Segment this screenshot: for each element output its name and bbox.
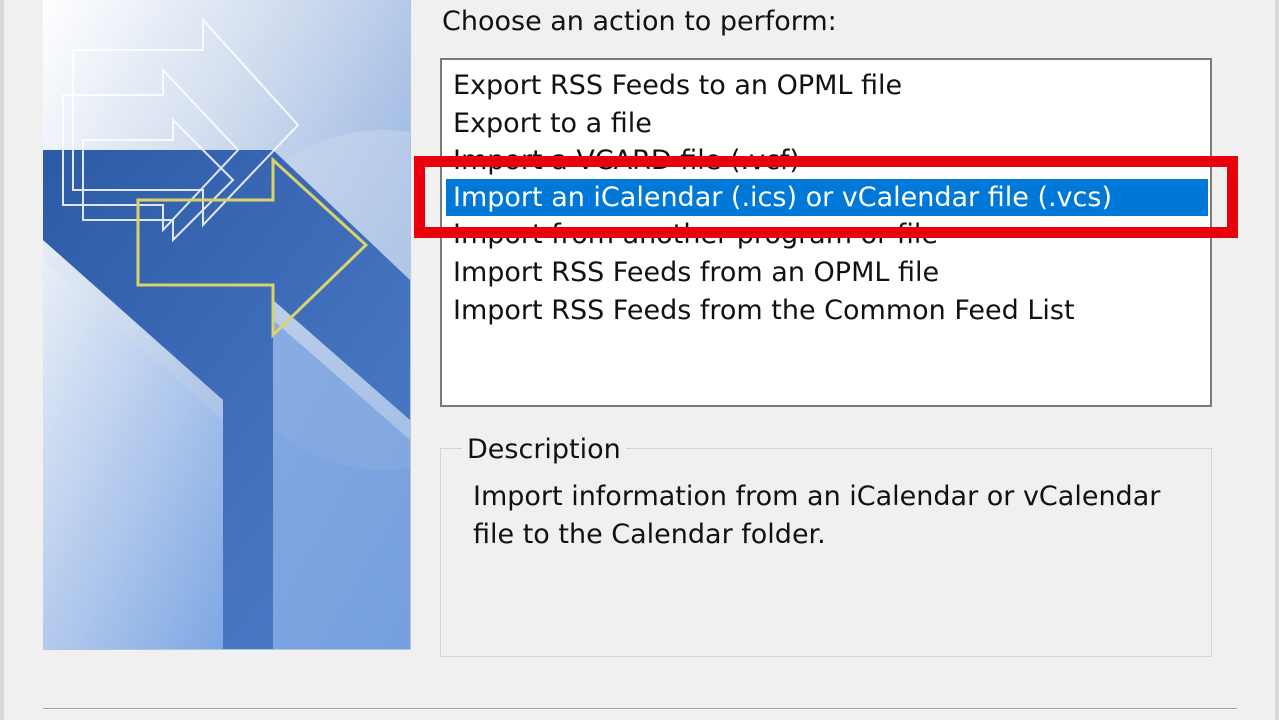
list-item-import-rss-common-feed[interactable]: Import RSS Feeds from the Common Feed Li…: [446, 292, 1208, 329]
list-item-import-from-program[interactable]: Import from another program or file: [446, 216, 1208, 253]
list-item-export-rss-opml[interactable]: Export RSS Feeds to an OPML file: [446, 67, 1208, 104]
description-title: Description: [462, 432, 626, 468]
import-export-arrows-graphic: [43, 0, 411, 650]
list-item-export-to-file[interactable]: Export to a file: [446, 105, 1208, 142]
action-listbox[interactable]: Export RSS Feeds to an OPML file Export …: [440, 58, 1212, 407]
list-item-import-vcard[interactable]: Import a VCARD file (.vcf): [446, 142, 1208, 179]
choose-action-label: Choose an action to perform:: [442, 6, 837, 37]
bottom-divider: [43, 708, 1237, 710]
list-item-import-rss-opml[interactable]: Import RSS Feeds from an OPML file: [446, 254, 1208, 291]
dialog-edge-left: [0, 0, 4, 720]
import-export-wizard-dialog: Choose an action to perform: Export RSS …: [0, 0, 1279, 720]
list-item-import-icalendar[interactable]: Import an iCalendar (.ics) or vCalendar …: [446, 179, 1208, 216]
dialog-edge-right: [1275, 0, 1279, 720]
description-text: Import information from an iCalendar or …: [473, 481, 1161, 550]
